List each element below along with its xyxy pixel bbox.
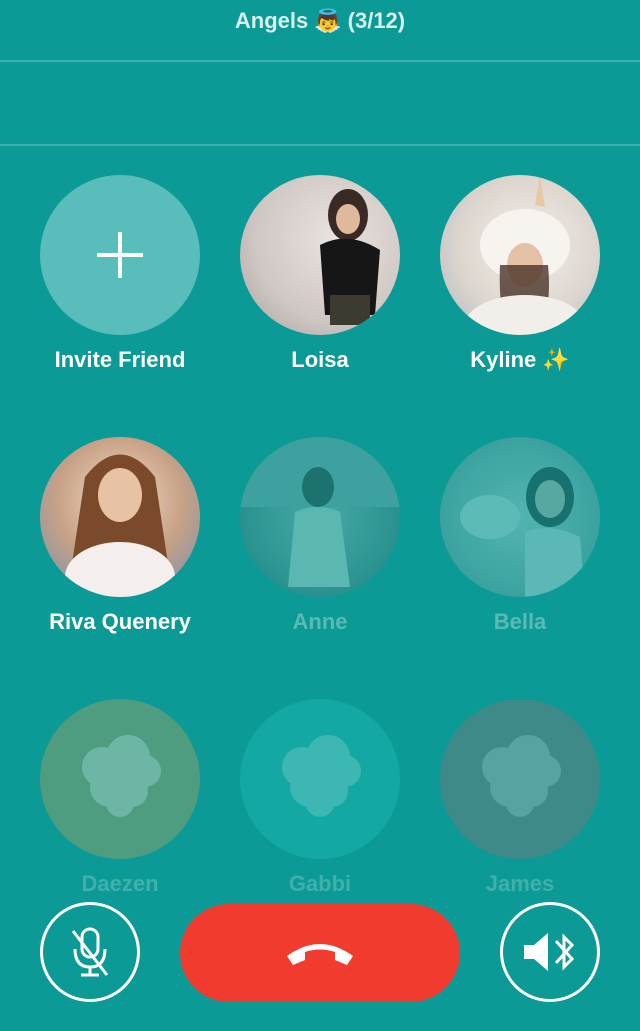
member-tile-gabbi[interactable]: Gabbi <box>220 699 420 897</box>
header-divider <box>0 60 640 62</box>
member-name: Loisa <box>291 347 349 372</box>
avatar[interactable] <box>240 437 400 597</box>
avatar[interactable] <box>440 437 600 597</box>
mic-muted-icon <box>71 927 109 977</box>
member-name: Riva Quenery <box>49 609 191 634</box>
group-title: Angels <box>234 8 309 33</box>
participant-count: (3/12) <box>347 8 406 33</box>
default-avatar-icon[interactable] <box>40 699 200 859</box>
member-name: Gabbi <box>288 871 352 896</box>
default-avatar-icon[interactable] <box>240 699 400 859</box>
hangup-button[interactable] <box>180 904 460 1002</box>
call-header: Angels 👼 (3/12) <box>0 0 640 60</box>
avatar[interactable] <box>40 437 200 597</box>
member-name: Anne <box>292 609 348 634</box>
avatar[interactable] <box>440 175 600 335</box>
member-tile-daezen[interactable]: Daezen <box>20 699 220 897</box>
mute-button[interactable] <box>40 902 140 1002</box>
member-tile-loisa[interactable]: Loisa <box>220 175 420 373</box>
member-tile-james[interactable]: James <box>420 699 620 897</box>
member-tile-kyline[interactable]: Kyline ✨ <box>420 175 620 373</box>
phone-hangup-icon <box>287 944 353 965</box>
member-tile-anne[interactable]: Anne <box>220 437 420 635</box>
member-name: Bella <box>493 609 547 634</box>
member-tile-bella[interactable]: Bella <box>420 437 620 635</box>
member-name: Kyline ✨ <box>470 347 570 372</box>
angel-emoji: 👼 <box>314 8 342 33</box>
avatar[interactable] <box>240 175 400 335</box>
call-controls <box>0 902 640 1002</box>
default-avatar-icon[interactable] <box>440 699 600 859</box>
section-divider <box>0 144 640 146</box>
speaker-button[interactable] <box>500 902 600 1002</box>
invite-plus-icon[interactable] <box>40 175 200 335</box>
speaker-bluetooth-icon <box>524 933 575 971</box>
invite-friend-tile[interactable]: Invite Friend <box>20 175 220 373</box>
member-name: Daezen <box>81 871 159 896</box>
member-name: Invite Friend <box>54 347 186 372</box>
member-tile-riva[interactable]: Riva Quenery <box>20 437 220 635</box>
member-name: James <box>485 871 555 896</box>
